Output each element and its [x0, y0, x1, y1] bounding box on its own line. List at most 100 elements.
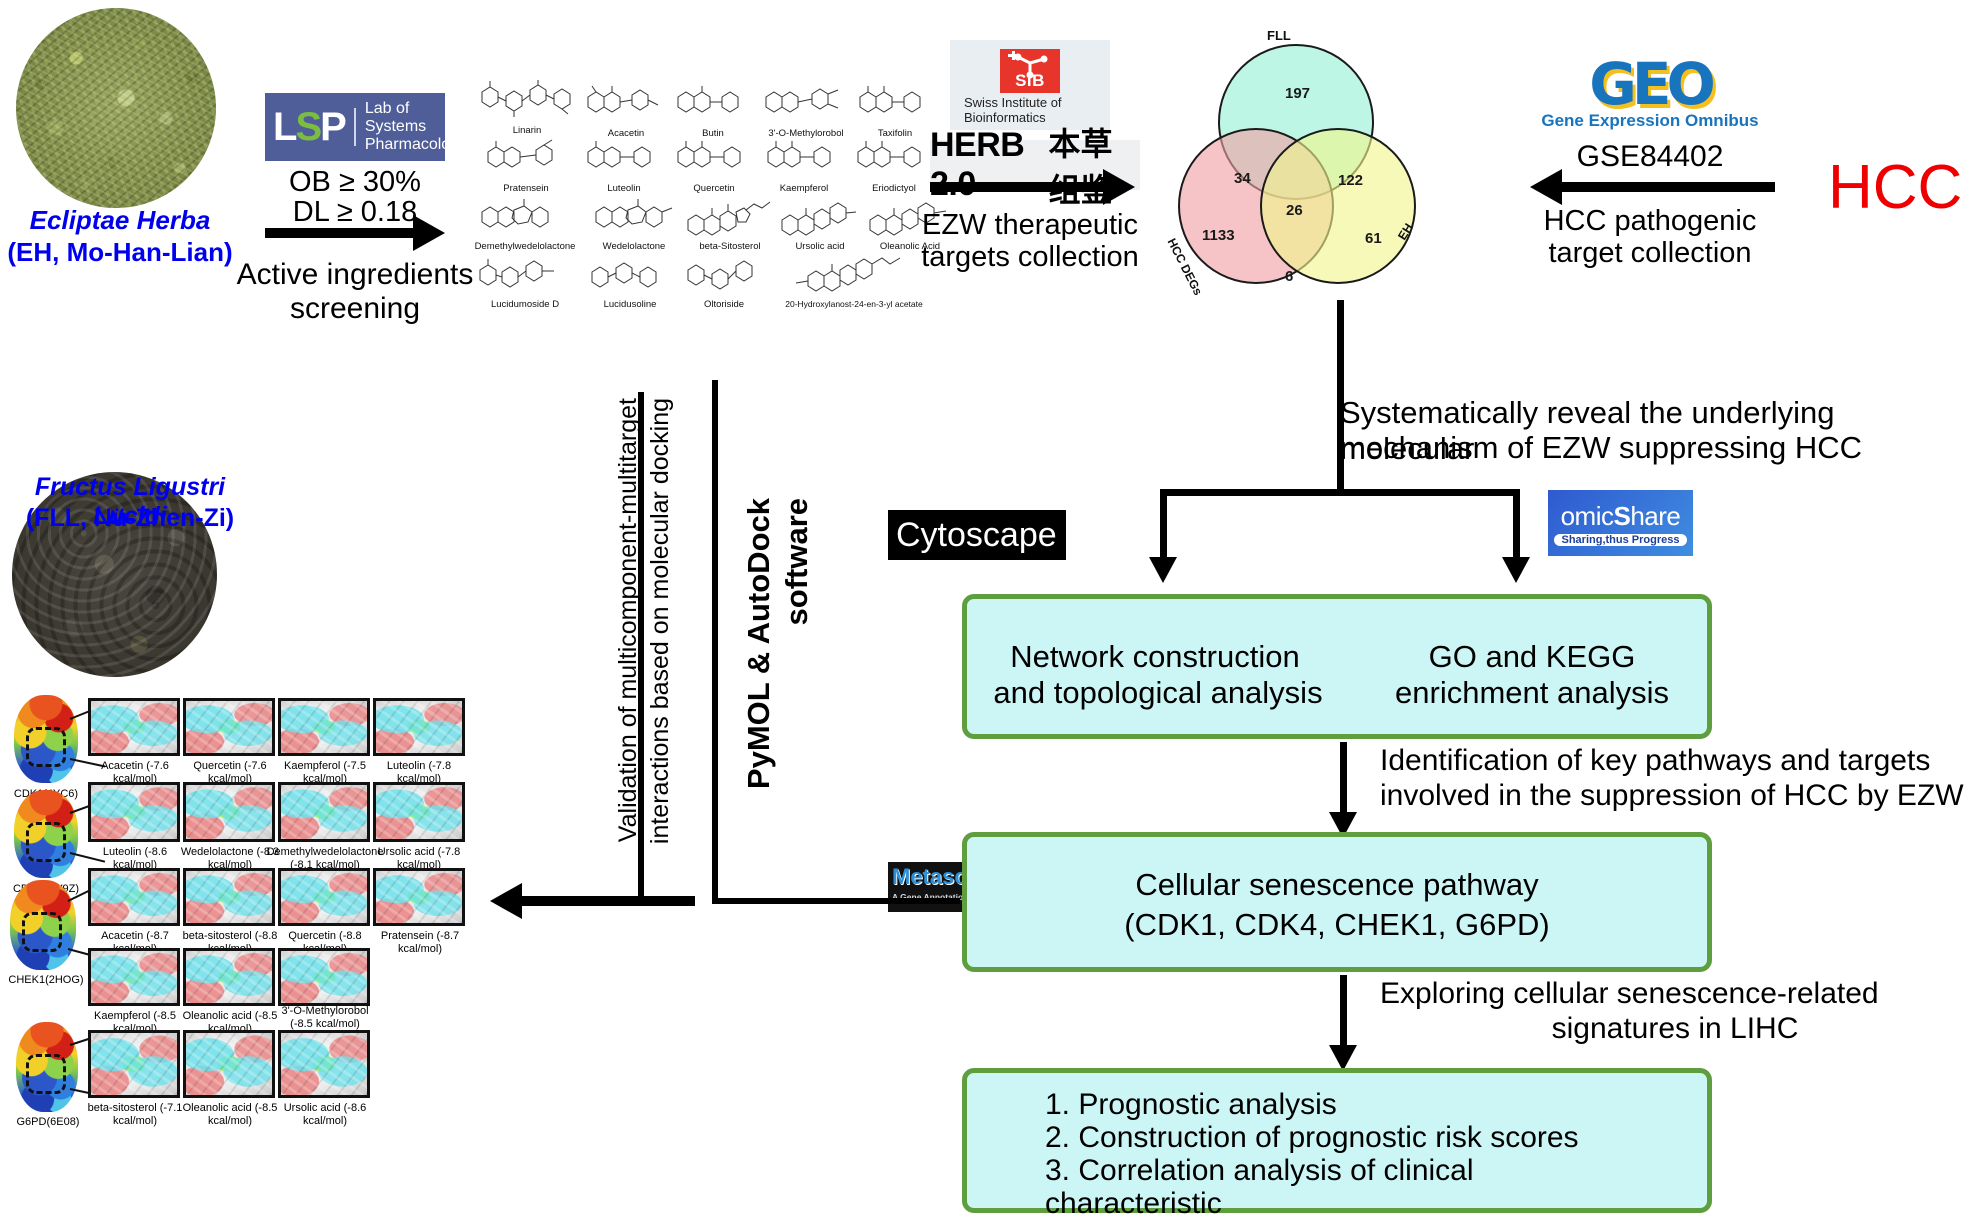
- docking-pose-label: Pratensein (-8.7 kcal/mol): [380, 930, 460, 955]
- chem-cell: Lucidusoline: [582, 252, 678, 310]
- molecule-icon: [595, 199, 673, 228]
- chem-cell: Pratensein: [474, 136, 578, 194]
- screening-arrow-label-1: Active ingredients: [236, 258, 474, 291]
- venn-label-fll: FLL: [1267, 28, 1291, 43]
- compound-label: Lucidumoside D: [490, 299, 560, 310]
- branch-left-arrow: [1149, 489, 1177, 583]
- ezw-arrow-label-2: targets collection: [921, 241, 1139, 273]
- molecule-icon: [481, 199, 549, 228]
- compound-label: Demethylwedelolactone: [474, 241, 576, 252]
- sib-badge-text: SIB: [1015, 71, 1045, 91]
- venn-value-center: 26: [1286, 202, 1303, 219]
- geo-subtitle: Gene Expression Omnibus: [1541, 111, 1759, 130]
- identification-text-line-1: Identification of key pathways and targe…: [1380, 744, 1931, 777]
- hcc-arrow-label-2: target collection: [1548, 237, 1752, 269]
- protein-structure-chek1: [10, 880, 76, 970]
- docking-pose-image: [373, 698, 465, 756]
- docking-pose-image: [278, 948, 370, 1006]
- docking-pose-image: [88, 948, 180, 1006]
- protein-label-g6pd: G6PD(6E08): [16, 1116, 80, 1128]
- fructus-ligustri-lucidi-alias: (FLL, Nü-Zhen-Zi): [25, 504, 235, 532]
- lsp-logo: LSP Lab of Systems Pharmacology: [265, 93, 467, 161]
- binding-site-marker: [22, 912, 62, 952]
- cytoscape-wordmark: Cytoscape: [896, 515, 1057, 554]
- docking-pose-image: [278, 698, 370, 756]
- sib-logo: SIB Swiss Institute of Bioinformatics: [950, 40, 1110, 130]
- analysis-left-line-1: Network construction: [1010, 639, 1300, 674]
- compound-label: Wedelolactone: [602, 241, 666, 252]
- docking-pose-image: [88, 698, 180, 756]
- software-text-line-1: PyMOL & AutoDock: [741, 498, 776, 790]
- compound-label: Luteolin: [607, 183, 641, 194]
- screening-criteria-ob: OB ≥ 30%: [289, 166, 421, 198]
- compound-label: Lucidusoline: [603, 299, 657, 310]
- molecule-icon: [767, 141, 831, 168]
- molecule-icon: [591, 262, 657, 288]
- pathway-to-outcome-arrow: [1329, 975, 1357, 1071]
- validation-text-line-1: Validation of multicomponent-multitarget: [614, 398, 642, 843]
- venn-value-hcc-only: 1133: [1202, 227, 1235, 244]
- lsp-logo-text: Lab of Systems Pharmacology: [364, 100, 468, 153]
- analysis-right-line-2: enrichment analysis: [1395, 675, 1669, 710]
- docking-pose-image: [373, 782, 465, 842]
- molecule-icon: [781, 202, 857, 236]
- analysis-left-line-2: and topological analysis: [993, 675, 1323, 710]
- geo-wordmark: GEO: [1589, 50, 1716, 118]
- hcc-label: HCC: [1828, 153, 1963, 222]
- venn-value-eh-only: 61: [1365, 230, 1382, 247]
- docking-pose-image: [278, 868, 370, 926]
- compound-label: beta-Sitosterol: [699, 241, 761, 252]
- molecule-icon: [587, 85, 659, 113]
- docking-pose-image: [183, 1030, 275, 1098]
- exploring-text-line-1: Exploring cellular senescence-related: [1380, 977, 1879, 1010]
- cytoscape-logo: Cytoscape: [888, 510, 1066, 560]
- chem-cell: 3'-O-Methylorobol: [752, 81, 860, 139]
- compound-label: 20-Hydroxylanost-24-en-3-yl acetate: [785, 299, 923, 309]
- venn-value-hcc-eh: 6: [1285, 268, 1294, 285]
- venn-value-fll-only: 197: [1285, 85, 1311, 102]
- protein-structure-cdk4: [14, 790, 78, 878]
- screening-arrow: [265, 215, 445, 251]
- molecule-icon: [677, 141, 741, 168]
- docking-results-arrow: [490, 883, 695, 919]
- protein-structure-g6pd: [16, 1022, 78, 1112]
- molecule-icon: [687, 201, 771, 236]
- venn-circle-eh: [1260, 128, 1416, 284]
- lsp-monogram: LSP: [273, 107, 356, 147]
- hcc-arrow-label-1: HCC pathogenic: [1543, 205, 1757, 237]
- outcome-item-3-cont: characteristic: [1045, 1187, 1222, 1220]
- binding-site-marker: [26, 822, 66, 862]
- protein-label-chek1: CHEK1(2HOG): [8, 974, 84, 986]
- docking-pose-label: Ursolic acid (-8.6 kcal/mol): [283, 1102, 367, 1127]
- branch-right-arrow: [1502, 489, 1530, 583]
- molecule-icon: [677, 86, 739, 113]
- protein-structure-cdk1: [14, 695, 78, 783]
- chem-cell: Wedelolactone: [584, 194, 684, 252]
- chem-cell: Quercetin: [668, 136, 760, 194]
- docking-pose-image: [278, 782, 370, 842]
- molecule-icon: [479, 259, 554, 288]
- docking-pose-image: [88, 868, 180, 926]
- docking-pose-label: 3'-O-Methylorobol (-8.5 kcal/mol): [281, 1005, 369, 1030]
- exploring-text-line-2: signatures in LIHC: [1551, 1012, 1799, 1045]
- binding-site-marker: [26, 1054, 66, 1094]
- compound-label: Quercetin: [693, 183, 735, 194]
- chem-cell: Taxifolin: [852, 81, 938, 139]
- molecule-icon: [587, 141, 651, 168]
- geo-logo: GEO Gene Expression Omnibus: [1530, 55, 1770, 131]
- sib-badge: SIB: [1000, 49, 1060, 94]
- pathway-line-2: (CDK1, CDK4, CHEK1, G6PD): [1124, 907, 1550, 942]
- omicshare-wordmark: omicShare: [1560, 500, 1681, 531]
- chem-cell: Lucidumoside D: [468, 252, 582, 310]
- compound-label: Ursolic acid: [795, 241, 845, 252]
- validation-text-line-2: interactions based on molecular docking: [646, 398, 674, 845]
- chem-cell: Butin: [670, 81, 756, 139]
- analysis-right-line-1: GO and KEGG: [1428, 639, 1636, 674]
- docking-pose-image: [183, 948, 275, 1006]
- reveal-text-line-2: mechanism of EZW suppressing HCC: [1340, 430, 1862, 465]
- chem-cell: beta-Sitosterol: [682, 194, 778, 252]
- molecule-icon: [857, 141, 921, 168]
- compound-label: Kaempferol: [779, 183, 829, 194]
- compound-label: Pratensein: [503, 183, 549, 194]
- herb-db-en: HERB 2.0: [930, 126, 1025, 203]
